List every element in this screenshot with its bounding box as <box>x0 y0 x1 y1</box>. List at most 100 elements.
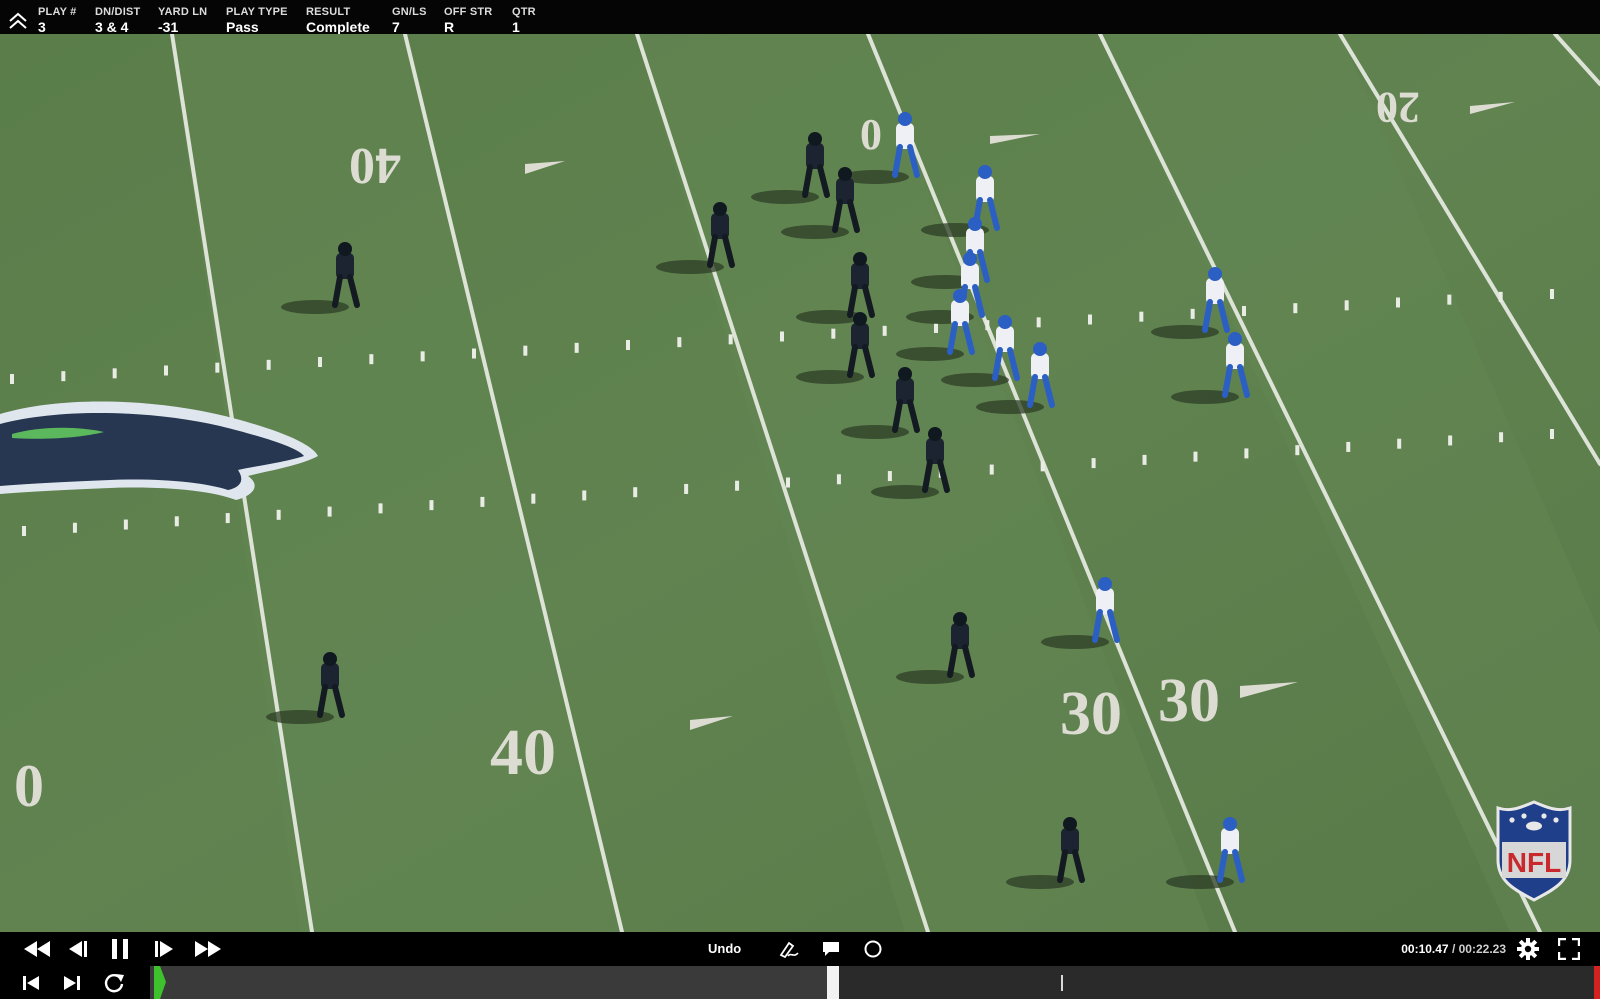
hash-mark <box>1498 291 1503 302</box>
hash-mark <box>633 487 638 498</box>
hash-mark <box>1550 429 1554 439</box>
yard-number: 40 <box>349 137 401 194</box>
playback-controls: Undo 00:10.47 / 00:22.23 <box>0 932 1600 966</box>
hash-mark <box>420 351 425 362</box>
hash-mark <box>327 506 332 517</box>
comment-icon <box>823 942 839 956</box>
skip-end-button[interactable] <box>58 966 86 999</box>
collapse-button[interactable] <box>7 11 29 31</box>
time-separator: / <box>1448 942 1459 956</box>
hash-mark <box>786 477 790 488</box>
info-offense-strength: OFF STR R <box>444 6 492 36</box>
hash-mark <box>480 496 485 507</box>
step-back-button[interactable] <box>64 932 92 966</box>
total-time: 00:22.23 <box>1458 942 1506 956</box>
hash-mark <box>1190 308 1195 319</box>
timeline-played <box>150 966 833 999</box>
replay-icon <box>104 973 124 992</box>
timeline-bar <box>0 966 1600 999</box>
info-play-type: PLAY TYPE Pass <box>226 6 288 36</box>
info-label: GN/LS <box>392 6 427 18</box>
fullscreen-button[interactable] <box>1556 932 1582 966</box>
nfl-watermark: NFL <box>1496 800 1572 902</box>
fullscreen-icon <box>1558 938 1580 960</box>
hash-mark <box>934 323 938 333</box>
hash-mark <box>112 368 117 379</box>
hash-mark <box>174 516 179 527</box>
hash-mark <box>318 357 322 367</box>
yard-number: 30 <box>1060 680 1122 748</box>
hash-mark <box>1499 432 1504 443</box>
circle-tool-icon <box>864 940 882 958</box>
gear-icon <box>1517 938 1539 960</box>
nfl-star <box>1553 817 1559 823</box>
hash-mark <box>61 371 66 382</box>
hash-mark <box>989 464 994 475</box>
yard-number: 40 <box>490 716 556 789</box>
rewind-button[interactable] <box>20 932 54 966</box>
skip-end-icon <box>64 975 80 990</box>
hash-mark <box>1244 448 1249 459</box>
info-down-distance: DN/DIST 3 & 4 <box>95 6 140 36</box>
hash-mark <box>472 348 476 359</box>
hash-mark <box>1139 311 1144 322</box>
hash-mark <box>1293 303 1298 314</box>
hash-mark <box>429 500 434 511</box>
hash-mark <box>1040 461 1045 472</box>
pause-icon <box>112 939 128 959</box>
hash-mark <box>123 519 128 530</box>
hash-mark <box>369 354 374 365</box>
circle-tool-button[interactable] <box>861 932 885 966</box>
hash-mark <box>1091 458 1096 469</box>
hash-mark <box>1036 317 1041 328</box>
hash-mark <box>831 328 836 339</box>
hash-mark <box>735 480 740 491</box>
timeline-playhead[interactable] <box>826 966 839 999</box>
hash-mark <box>266 359 271 370</box>
hash-mark <box>780 331 784 342</box>
rewind-icon <box>24 941 50 957</box>
step-forward-button[interactable] <box>150 932 178 966</box>
football-field: 40 40 30 30 20 0 0 NFL <box>0 34 1600 932</box>
info-yard-line: YARD LN -31 <box>158 6 207 36</box>
pen-icon <box>779 941 799 959</box>
nfl-star <box>1509 817 1515 823</box>
hash-mark <box>378 503 383 514</box>
info-quarter: QTR 1 <box>512 6 536 36</box>
info-label: QTR <box>512 6 536 18</box>
fast-forward-button[interactable] <box>191 932 225 966</box>
hash-mark <box>882 325 887 336</box>
pause-button[interactable] <box>106 932 134 966</box>
comment-button[interactable] <box>819 932 843 966</box>
play-info-bar: PLAY # 3 DN/DIST 3 & 4 YARD LN -31 PLAY … <box>0 0 1600 36</box>
hash-mark <box>1344 300 1349 311</box>
video-frame[interactable]: 40 40 30 30 20 0 0 NFL <box>0 34 1600 932</box>
hash-mark <box>531 493 536 504</box>
hash-mark <box>985 320 990 331</box>
nfl-star <box>1541 813 1547 819</box>
nfl-football <box>1526 821 1542 831</box>
pen-tool-button[interactable] <box>776 932 802 966</box>
timeline-end-marker <box>1594 966 1600 999</box>
replay-button[interactable] <box>100 966 128 999</box>
hash-mark <box>72 522 77 533</box>
yard-number: 30 <box>1158 667 1220 735</box>
hash-mark <box>574 342 579 353</box>
hash-mark <box>10 374 14 384</box>
step-back-icon <box>69 941 87 957</box>
clip-start-marker <box>154 966 166 999</box>
hash-mark <box>276 509 281 520</box>
hash-mark <box>582 490 587 501</box>
hash-mark <box>677 337 682 348</box>
timeline-marker[interactable] <box>1061 975 1063 991</box>
nfl-star <box>1521 813 1527 819</box>
skip-start-button[interactable] <box>17 966 45 999</box>
undo-button[interactable]: Undo <box>708 932 741 966</box>
settings-button[interactable] <box>1514 932 1542 966</box>
nfl-shield-text: NFL <box>1507 847 1561 878</box>
current-time: 00:10.47 <box>1401 942 1449 956</box>
info-gain-loss: GN/LS 7 <box>392 6 427 36</box>
chevron-double-up-icon <box>9 12 27 29</box>
skip-start-icon <box>23 975 39 990</box>
hash-mark <box>728 334 733 345</box>
